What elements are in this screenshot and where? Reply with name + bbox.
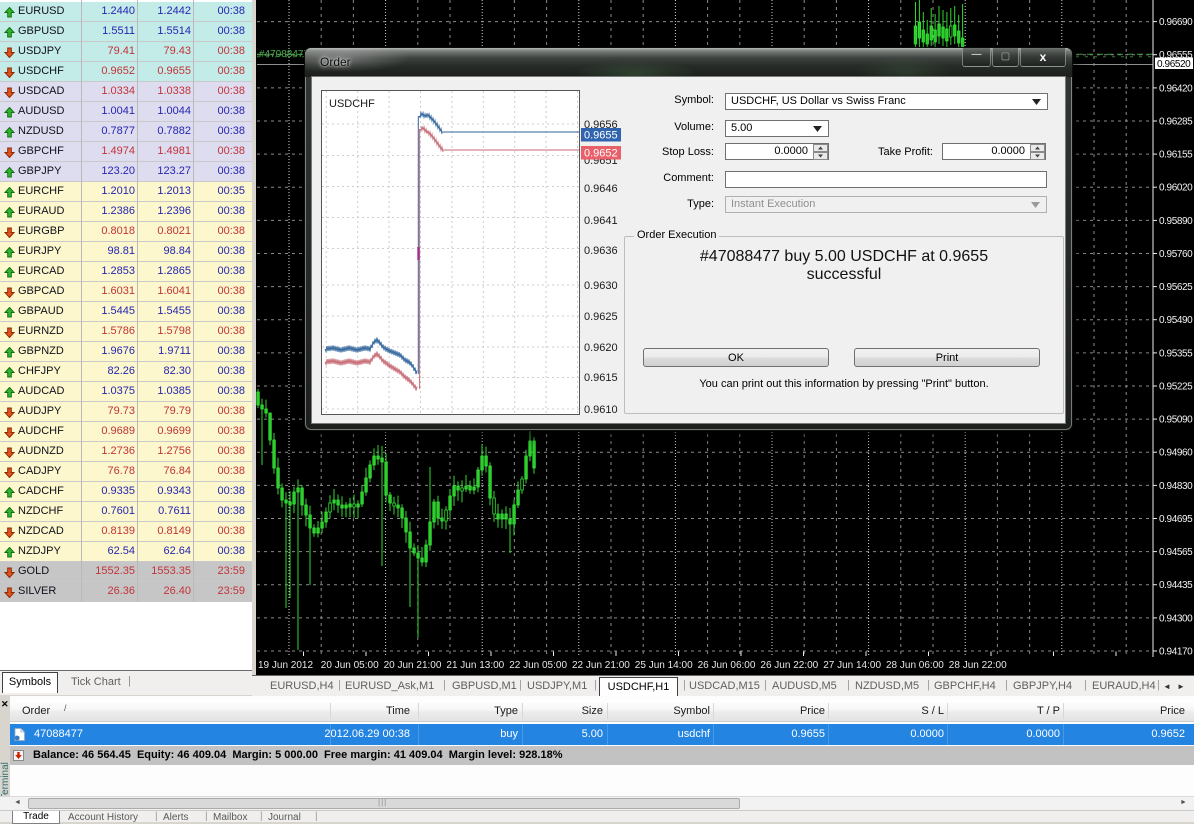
svg-text:0.94170: 0.94170	[1159, 647, 1193, 658]
svg-text:0.94695: 0.94695	[1159, 514, 1193, 525]
svg-text:0.95760: 0.95760	[1159, 249, 1193, 260]
svg-text:0.96520: 0.96520	[1157, 59, 1191, 70]
svg-text:28 Jun 06:00: 28 Jun 06:00	[886, 660, 944, 671]
svg-text:0.95625: 0.95625	[1159, 282, 1193, 293]
svg-text:20 Jun 05:00: 20 Jun 05:00	[321, 660, 379, 671]
svg-text:0.9641: 0.9641	[584, 215, 618, 227]
svg-text:0.94300: 0.94300	[1159, 613, 1193, 624]
svg-text:0.94565: 0.94565	[1159, 547, 1193, 558]
svg-text:0.94435: 0.94435	[1159, 580, 1193, 591]
svg-text:0.94960: 0.94960	[1159, 448, 1193, 459]
svg-text:0.95225: 0.95225	[1159, 382, 1193, 393]
svg-text:0.9652: 0.9652	[584, 148, 618, 160]
svg-text:0.9610: 0.9610	[584, 404, 618, 416]
svg-text:21 Jun 13:00: 21 Jun 13:00	[446, 660, 504, 671]
svg-text:26 Jun 06:00: 26 Jun 06:00	[698, 660, 756, 671]
svg-text:0.9615: 0.9615	[584, 372, 618, 384]
svg-text:25 Jun 14:00: 25 Jun 14:00	[635, 660, 693, 671]
svg-text:0.95090: 0.95090	[1159, 415, 1193, 426]
svg-text:20 Jun 21:00: 20 Jun 21:00	[384, 660, 442, 671]
svg-text:0.94830: 0.94830	[1159, 481, 1193, 492]
svg-text:0.96690: 0.96690	[1159, 17, 1193, 28]
svg-text:0.96155: 0.96155	[1159, 150, 1193, 161]
svg-text:0.96420: 0.96420	[1159, 83, 1193, 94]
svg-text:USDCHF: USDCHF	[329, 98, 375, 110]
svg-text:0.96020: 0.96020	[1159, 183, 1193, 194]
svg-text:22 Jun 21:00: 22 Jun 21:00	[572, 660, 630, 671]
svg-text:0.9655: 0.9655	[584, 130, 618, 142]
svg-text:22 Jun 05:00: 22 Jun 05:00	[509, 660, 567, 671]
svg-text:0.95490: 0.95490	[1159, 315, 1193, 326]
svg-text:0.9646: 0.9646	[584, 183, 618, 195]
svg-text:0.9625: 0.9625	[584, 311, 618, 323]
svg-text:27 Jun 14:00: 27 Jun 14:00	[823, 660, 881, 671]
svg-text:28 Jun 22:00: 28 Jun 22:00	[949, 660, 1007, 671]
svg-text:0.9620: 0.9620	[584, 342, 618, 354]
svg-text:19 Jun 2012: 19 Jun 2012	[258, 660, 313, 671]
svg-text:0.95890: 0.95890	[1159, 216, 1193, 227]
svg-text:0.9630: 0.9630	[584, 280, 618, 292]
svg-text:0.9636: 0.9636	[584, 245, 618, 257]
svg-text:0.95355: 0.95355	[1159, 348, 1193, 359]
svg-text:0.96285: 0.96285	[1159, 117, 1193, 128]
svg-text:26 Jun 22:00: 26 Jun 22:00	[760, 660, 818, 671]
